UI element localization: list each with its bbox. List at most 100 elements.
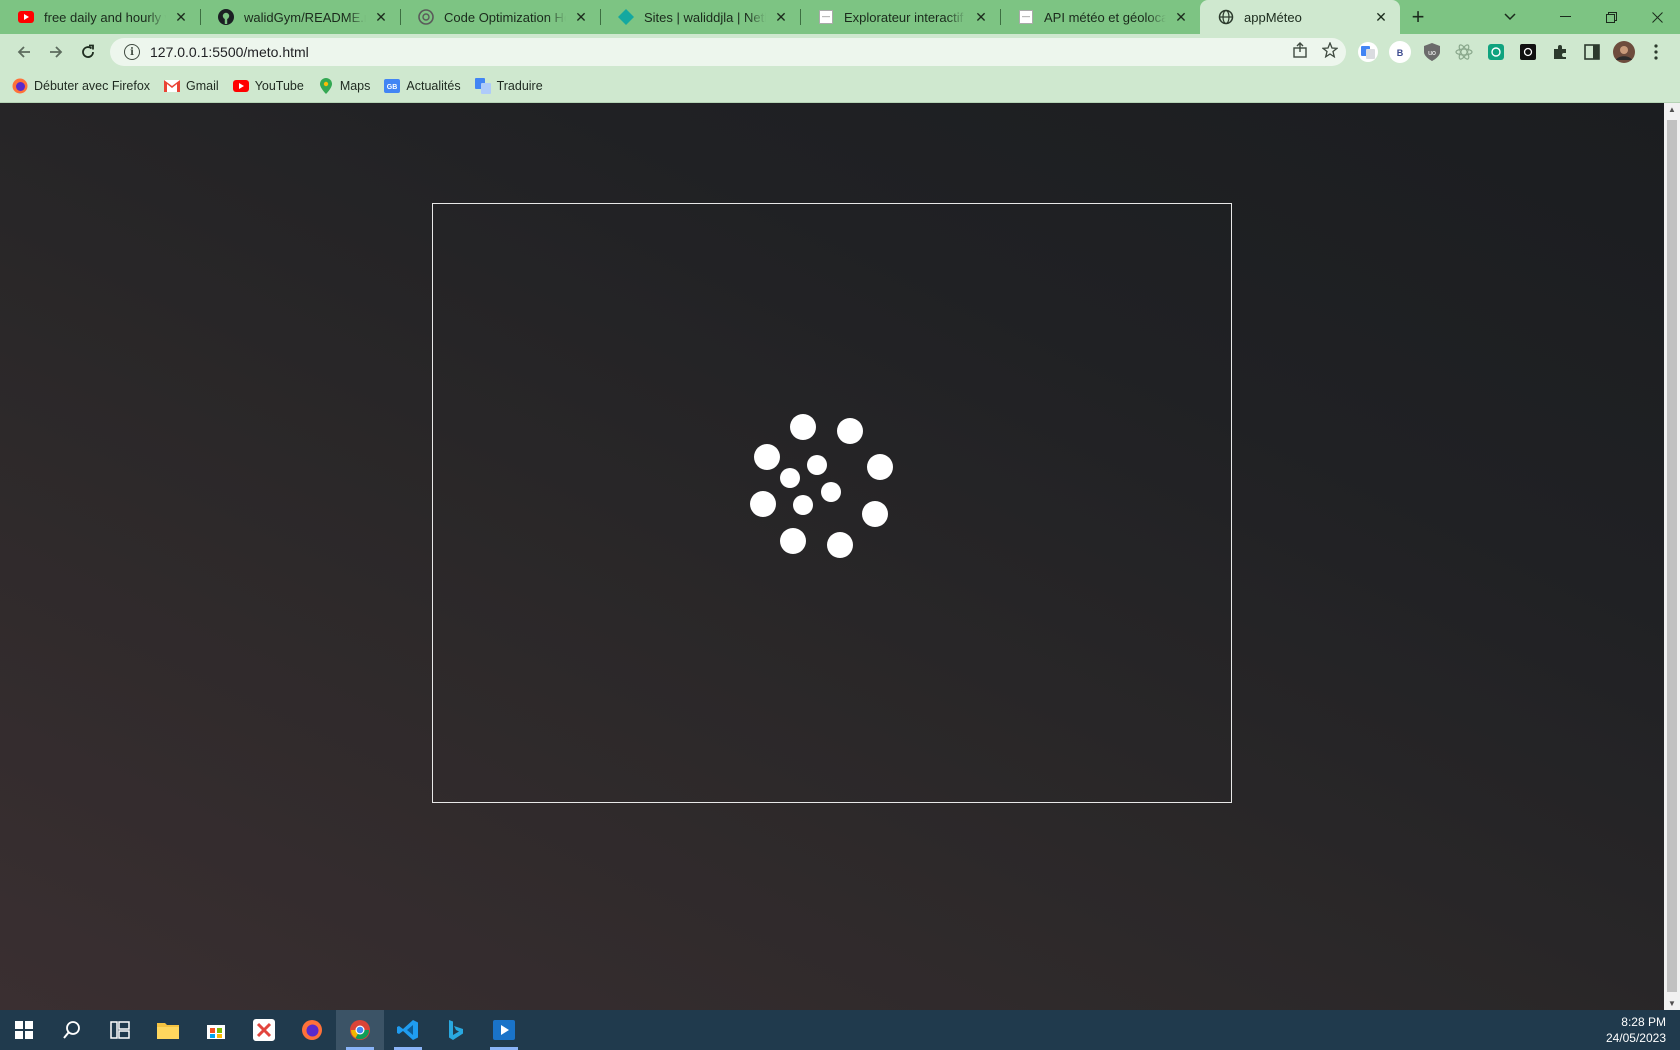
- close-icon[interactable]: ✕: [172, 8, 190, 26]
- google-translate-icon[interactable]: [1356, 40, 1380, 64]
- tab-4[interactable]: Explorateur interactif de l'API ✕: [800, 0, 1000, 34]
- bookmark-youtube[interactable]: YouTube: [232, 78, 304, 94]
- ublock-icon[interactable]: uo: [1420, 40, 1444, 64]
- youtube-icon: [232, 78, 249, 94]
- spinner-dot: [827, 532, 853, 558]
- close-icon[interactable]: ✕: [1372, 8, 1390, 26]
- scrollbar-thumb[interactable]: [1667, 120, 1677, 992]
- scroll-down-icon[interactable]: ▼: [1668, 999, 1676, 1008]
- minimize-icon[interactable]: [1542, 0, 1588, 34]
- back-icon[interactable]: [8, 36, 40, 68]
- tab-active[interactable]: appMéteo ✕: [1200, 0, 1400, 34]
- search-icon[interactable]: [48, 1010, 96, 1050]
- bookmark-maps[interactable]: Maps: [318, 78, 371, 94]
- windows-taskbar: 8:28 PM 24/05/2023: [0, 1010, 1680, 1050]
- firefox-icon: [12, 78, 28, 94]
- tab-title: Sites | waliddjla | Netlify: [644, 9, 766, 25]
- xampp-icon[interactable]: [240, 1010, 288, 1050]
- spinner-dot: [867, 454, 893, 480]
- youtube-icon: [18, 9, 34, 25]
- netlify-icon: [618, 9, 634, 25]
- share-icon[interactable]: [1292, 41, 1308, 63]
- news-icon: GB: [384, 78, 401, 94]
- spinner-dot: [780, 528, 806, 554]
- bookmark-gmail[interactable]: Gmail: [164, 78, 219, 94]
- close-icon[interactable]: ✕: [972, 8, 990, 26]
- maps-icon: [318, 78, 334, 94]
- react-devtools-icon[interactable]: [1452, 40, 1476, 64]
- page-scrollbar[interactable]: ▲ ▼: [1664, 103, 1680, 1010]
- dark-extension-icon[interactable]: [1516, 40, 1540, 64]
- sidepanel-icon[interactable]: [1580, 40, 1604, 64]
- bookmark-label: Gmail: [186, 79, 219, 93]
- tab-title: API météo et géolocalisation: [1044, 9, 1166, 25]
- system-clock[interactable]: 8:28 PM 24/05/2023: [1606, 1014, 1666, 1046]
- chatgpt-icon[interactable]: [1484, 40, 1508, 64]
- file-explorer-icon[interactable]: [144, 1010, 192, 1050]
- close-icon[interactable]: ✕: [1172, 8, 1190, 26]
- loading-spinner: [750, 404, 913, 564]
- tab-2[interactable]: Code Optimization Help ✕: [400, 0, 600, 34]
- tab-title: walidGym/README.md at main: [244, 9, 366, 25]
- address-url[interactable]: 127.0.0.1:5500/meto.html: [150, 44, 309, 60]
- window-close-icon[interactable]: [1634, 0, 1680, 34]
- spinner-dot: [837, 418, 863, 444]
- spinner-dot: [807, 455, 827, 475]
- bookmark-star-icon[interactable]: [1321, 40, 1339, 63]
- spinner-dot: [780, 468, 800, 488]
- close-icon[interactable]: ✕: [572, 8, 590, 26]
- github-icon: [218, 9, 234, 25]
- media-player-icon[interactable]: [480, 1010, 528, 1050]
- forward-icon[interactable]: [40, 36, 72, 68]
- spinner-dot: [862, 501, 888, 527]
- firefox-icon[interactable]: [288, 1010, 336, 1050]
- spinner-dot: [750, 491, 776, 517]
- tab-title: free daily and hourly weather: [44, 9, 166, 25]
- gmail-icon: [164, 78, 181, 94]
- svg-text:B: B: [1397, 48, 1404, 58]
- profile-avatar-icon[interactable]: [1612, 40, 1636, 64]
- tab-search-icon[interactable]: [1492, 0, 1528, 34]
- new-tab-button[interactable]: +: [1400, 0, 1436, 34]
- bookmark-label: Actualités: [406, 79, 461, 93]
- window-controls: [1542, 0, 1680, 34]
- vscode-icon[interactable]: [384, 1010, 432, 1050]
- close-icon[interactable]: ✕: [772, 8, 790, 26]
- tab-3[interactable]: Sites | waliddjla | Netlify ✕: [600, 0, 800, 34]
- page-viewport: [0, 103, 1664, 1010]
- site-info-icon[interactable]: i: [124, 44, 140, 60]
- spinner-dot: [793, 495, 813, 515]
- task-view-icon[interactable]: [96, 1010, 144, 1050]
- spinner-dot: [754, 444, 780, 470]
- bookmark-firefox[interactable]: Débuter avec Firefox: [12, 78, 150, 94]
- close-icon[interactable]: ✕: [372, 8, 390, 26]
- spinner-dot: [790, 414, 816, 440]
- svg-text:uo: uo: [1428, 50, 1436, 57]
- store-icon[interactable]: [192, 1010, 240, 1050]
- scroll-up-icon[interactable]: ▲: [1668, 105, 1676, 114]
- address-bar[interactable]: i 127.0.0.1:5500/meto.html: [110, 38, 1346, 66]
- puzzle-icon[interactable]: [1548, 40, 1572, 64]
- kebab-menu-icon[interactable]: [1644, 40, 1668, 64]
- weather-app-container: [432, 203, 1232, 803]
- tab-title: Explorateur interactif de l'API: [844, 9, 966, 25]
- bookmark-label: Débuter avec Firefox: [34, 79, 151, 93]
- tab-1[interactable]: walidGym/README.md at main ✕: [200, 0, 400, 34]
- restore-icon[interactable]: [1588, 0, 1634, 34]
- chrome-icon[interactable]: [336, 1010, 384, 1050]
- b-extension-icon[interactable]: B: [1388, 40, 1412, 64]
- browser-toolbar: i 127.0.0.1:5500/meto.html B uo: [0, 34, 1680, 70]
- bing-icon[interactable]: [432, 1010, 480, 1050]
- translate-icon: [474, 78, 491, 94]
- tab-5[interactable]: API météo et géolocalisation ✕: [1000, 0, 1200, 34]
- reload-icon[interactable]: [72, 36, 104, 68]
- bookmark-label: Traduire: [496, 79, 543, 93]
- bookmark-translate[interactable]: Traduire: [474, 78, 543, 94]
- tab-0[interactable]: free daily and hourly weather ✕: [0, 0, 200, 34]
- page-icon: [1018, 9, 1034, 25]
- openai-icon: [418, 9, 434, 25]
- bookmark-news[interactable]: GB Actualités: [384, 78, 461, 94]
- clock-time: 8:28 PM: [1621, 1015, 1666, 1029]
- start-icon[interactable]: [0, 1010, 48, 1050]
- bookmark-label: Maps: [339, 79, 371, 93]
